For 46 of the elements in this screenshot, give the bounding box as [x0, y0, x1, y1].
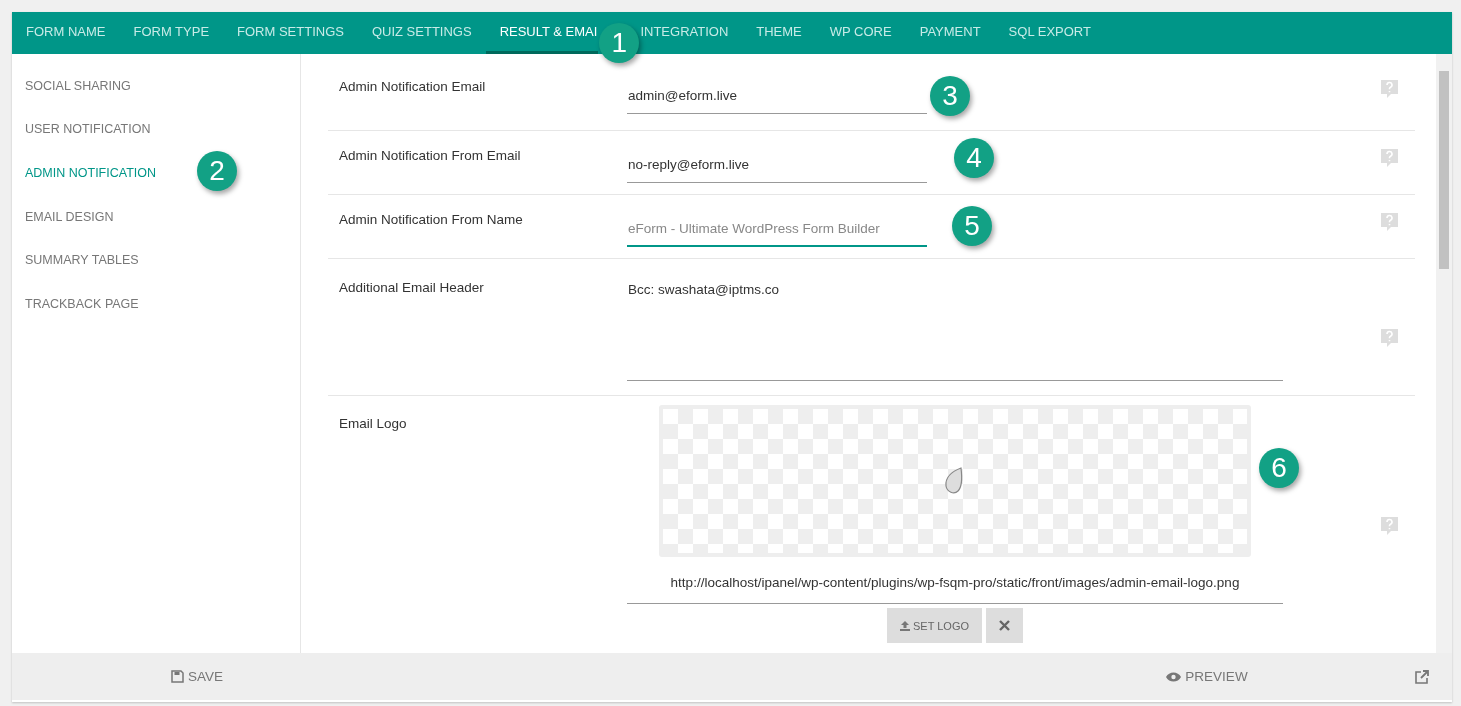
save-button[interactable]: SAVE: [165, 668, 229, 685]
setting-label: Admin Notification From Email: [338, 148, 522, 165]
help-icon[interactable]: [1380, 79, 1399, 99]
setting-label: Email Logo: [338, 415, 408, 431]
help-icon[interactable]: [1380, 148, 1399, 168]
nav-tab[interactable]: WP CORE: [815, 12, 906, 54]
close-icon: [999, 620, 1010, 631]
callout-badge: 5: [952, 206, 992, 246]
nav-tab[interactable]: THEME: [742, 12, 816, 54]
remove-button[interactable]: [986, 608, 1023, 643]
set-logo-button[interactable]: SET LOGO: [886, 608, 982, 643]
callout-badge: 6: [1259, 448, 1299, 488]
callout-badge: 4: [954, 138, 994, 178]
text-field[interactable]: admin@eform.live: [627, 79, 927, 114]
callout-badge: 2: [197, 151, 237, 191]
help-icon[interactable]: [1380, 327, 1399, 348]
nav-tab[interactable]: INTEGRATION: [640, 12, 743, 54]
setting-label: Additional Email Header: [338, 280, 485, 297]
callout-badge: 1: [599, 23, 640, 63]
nav-tab[interactable]: QUIZ SETTINGS: [357, 12, 486, 54]
setting-label: Admin Notification Email: [338, 79, 487, 96]
sidebar-item[interactable]: SUMMARY TABLES: [12, 238, 139, 282]
callout-badge: 3: [930, 76, 970, 116]
text-field[interactable]: eForm - Ultimate WordPress Form Builder: [627, 212, 927, 247]
text-field[interactable]: no-reply@eform.live: [627, 148, 927, 183]
eye-icon: [1166, 671, 1182, 682]
sidebar-item[interactable]: USER NOTIFICATION: [12, 107, 151, 152]
sidebar-item[interactable]: TRACKBACK PAGE: [12, 281, 139, 326]
setting-label: Admin Notification From Name: [338, 212, 524, 229]
sidebar-item[interactable]: EMAIL DESIGN: [12, 194, 114, 239]
preview-button[interactable]: PREVIEW: [1160, 668, 1254, 685]
textarea-field[interactable]: Bcc: swashata@iptms.co: [627, 280, 1283, 381]
sidebar-item[interactable]: SOCIAL SHARING: [12, 64, 131, 108]
sidebar-item[interactable]: ADMIN NOTIFICATION: [12, 151, 156, 195]
help-icon[interactable]: [1380, 515, 1399, 536]
external-link-icon[interactable]: [1415, 669, 1429, 684]
upload-icon: [899, 620, 910, 631]
nav-tab[interactable]: FORM NAME: [12, 12, 120, 54]
nav-tab[interactable]: FORM TYPE: [119, 12, 224, 54]
help-icon[interactable]: [1380, 212, 1399, 232]
nav-tab[interactable]: PAYMENT: [905, 12, 995, 54]
nav-tab[interactable]: FORM SETTINGS: [223, 12, 358, 54]
scrollbar[interactable]: [1436, 54, 1452, 653]
logo-url-field[interactable]: http://localhost/ipanel/wp-content/plugins/wp-fsqm-pro/static/front/images/admin-email-logo.png: [627, 557, 1283, 604]
nav-tab[interactable]: RESULT & EMAI: [485, 12, 599, 54]
nav-tab[interactable]: SQL EXPORT: [994, 12, 1105, 54]
